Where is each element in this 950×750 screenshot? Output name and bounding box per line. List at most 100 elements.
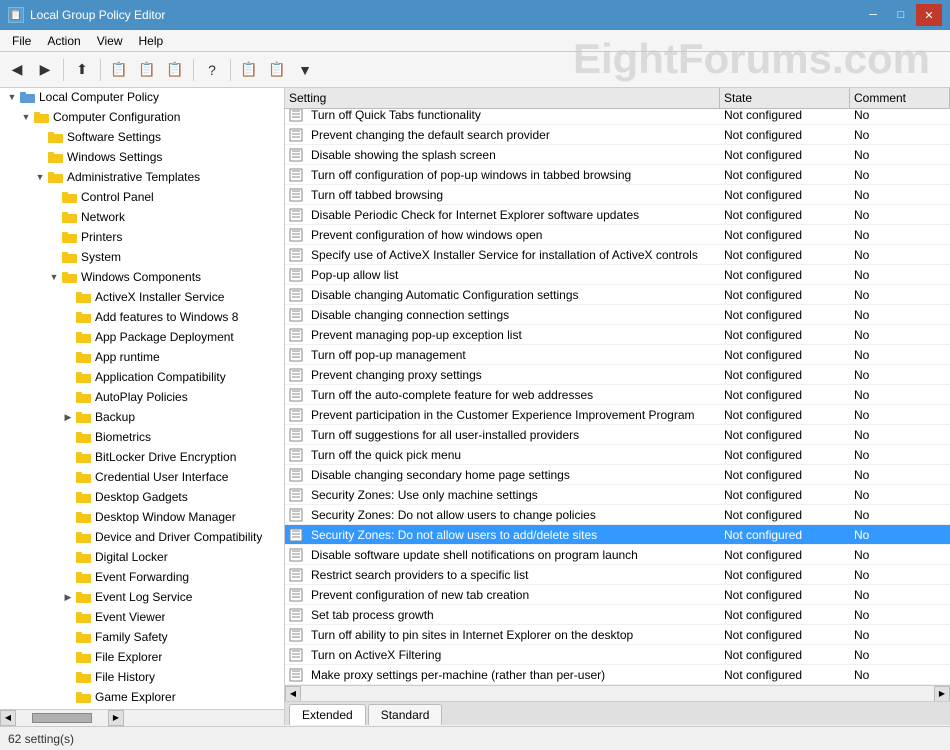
tree-item[interactable]: System [0, 247, 284, 267]
tab-extended[interactable]: Extended [289, 704, 366, 725]
list-row[interactable]: Turn off ability to pin sites in Interne… [285, 625, 950, 645]
list-row[interactable]: Security Zones: Use only machine setting… [285, 485, 950, 505]
tree-item[interactable]: Software Settings [0, 127, 284, 147]
tree-item[interactable]: File Explorer [0, 647, 284, 667]
list-row[interactable]: Turn off configuration of pop-up windows… [285, 165, 950, 185]
hscroll-right-arrow[interactable]: ▶ [108, 710, 124, 726]
expand-icon: ▼ [18, 109, 34, 125]
menu-file[interactable]: File [4, 32, 39, 50]
show-hide-button[interactable]: 📋 [106, 57, 132, 83]
filter-button[interactable]: ▼ [292, 57, 318, 83]
new-window-button[interactable]: 📋 [162, 57, 188, 83]
list-row[interactable]: Set tab process growthNot configuredNo [285, 605, 950, 625]
tree-item[interactable]: Event Viewer [0, 607, 284, 627]
tree-item-label: Add features to Windows 8 [95, 310, 238, 324]
list-row[interactable]: Disable changing connection settingsNot … [285, 305, 950, 325]
tree-item[interactable]: App runtime [0, 347, 284, 367]
list-row[interactable]: Turn off tabbed browsingNot configuredNo [285, 185, 950, 205]
list-hscroll-left[interactable]: ◀ [285, 686, 301, 702]
list-row[interactable]: Turn on ActiveX FilteringNot configuredN… [285, 645, 950, 665]
hscroll-left-arrow[interactable]: ◀ [0, 710, 16, 726]
tree-item[interactable]: ▶Event Log Service [0, 587, 284, 607]
list-row[interactable]: Turn off the auto-complete feature for w… [285, 385, 950, 405]
tree-item-label: System [81, 250, 121, 264]
tree-item[interactable]: Desktop Window Manager [0, 507, 284, 527]
tree-item[interactable]: Add features to Windows 8 [0, 307, 284, 327]
tree-item[interactable]: AutoPlay Policies [0, 387, 284, 407]
tree-body[interactable]: ▼Local Computer Policy▼Computer Configur… [0, 88, 284, 709]
list-row[interactable]: Turn off the quick pick menuNot configur… [285, 445, 950, 465]
toolbar: ◀ ▶ ⬆ 📋 📋 📋 ? 📋 📋 ▼ [0, 52, 950, 88]
cell-state: Not configured [720, 428, 850, 442]
tree-item[interactable]: Control Panel [0, 187, 284, 207]
maximize-button[interactable]: □ [888, 4, 914, 26]
customize-button[interactable]: 📋 [236, 57, 262, 83]
hscroll-thumb[interactable] [32, 713, 92, 723]
tree-hscroll[interactable]: ◀ ▶ [0, 709, 284, 725]
tree-item[interactable]: BitLocker Drive Encryption [0, 447, 284, 467]
tree-item[interactable]: Printers [0, 227, 284, 247]
cell-setting: Disable showing the splash screen [307, 148, 720, 162]
list-row[interactable]: Disable software update shell notificati… [285, 545, 950, 565]
back-button[interactable]: ◀ [4, 57, 30, 83]
tab-standard[interactable]: Standard [368, 704, 443, 725]
close-button[interactable]: ✕ [916, 4, 942, 26]
up-button[interactable]: ⬆ [69, 57, 95, 83]
list-row[interactable]: Disable showing the splash screenNot con… [285, 145, 950, 165]
help-button[interactable]: ? [199, 57, 225, 83]
tree-item[interactable]: ▼Computer Configuration [0, 107, 284, 127]
tree-item[interactable]: App Package Deployment [0, 327, 284, 347]
list-row[interactable]: Restrict search providers to a specific … [285, 565, 950, 585]
tree-item[interactable]: Desktop Gadgets [0, 487, 284, 507]
tree-item[interactable]: File History [0, 667, 284, 687]
expand-icon [60, 649, 76, 665]
list-row[interactable]: Turn off pop-up managementNot configured… [285, 345, 950, 365]
forward-button[interactable]: ▶ [32, 57, 58, 83]
menu-help[interactable]: Help [131, 32, 172, 50]
tree-item[interactable]: Credential User Interface [0, 467, 284, 487]
menu-action[interactable]: Action [39, 32, 88, 50]
menu-view[interactable]: View [89, 32, 131, 50]
tree-item[interactable]: Network [0, 207, 284, 227]
col-header-state[interactable]: State [720, 88, 850, 108]
list-row[interactable]: Turn off suggestions for all user-instal… [285, 425, 950, 445]
list-row[interactable]: Make proxy settings per-machine (rather … [285, 665, 950, 685]
list-row[interactable]: Disable changing Automatic Configuration… [285, 285, 950, 305]
expand-icon [60, 509, 76, 525]
list-body[interactable]: Prevent Internet Explorer Search box fro… [285, 109, 950, 685]
list-row[interactable]: Prevent configuration of new tab creatio… [285, 585, 950, 605]
tree-item[interactable]: Windows Settings [0, 147, 284, 167]
tree-item[interactable]: ▼Local Computer Policy [0, 88, 284, 107]
cell-setting: Disable Periodic Check for Internet Expl… [307, 208, 720, 222]
options-button[interactable]: 📋 [264, 57, 290, 83]
tree-item[interactable]: ▼Administrative Templates [0, 167, 284, 187]
tree-item[interactable]: Family Safety [0, 627, 284, 647]
list-row[interactable]: Specify use of ActiveX Installer Service… [285, 245, 950, 265]
tree-item[interactable]: Digital Locker [0, 547, 284, 567]
tree-item[interactable]: Biometrics [0, 427, 284, 447]
list-row[interactable]: Prevent changing the default search prov… [285, 125, 950, 145]
col-header-setting[interactable]: Setting [285, 88, 720, 108]
list-hscroll-right[interactable]: ▶ [934, 686, 950, 702]
minimize-button[interactable]: ─ [860, 4, 886, 26]
tree-item[interactable]: Device and Driver Compatibility [0, 527, 284, 547]
tree-item[interactable]: ▶Backup [0, 407, 284, 427]
tree-item[interactable]: ▼Windows Components [0, 267, 284, 287]
list-row[interactable]: Prevent participation in the Customer Ex… [285, 405, 950, 425]
list-row[interactable]: Disable changing secondary home page set… [285, 465, 950, 485]
tree-item[interactable]: Application Compatibility [0, 367, 284, 387]
tree-item[interactable]: Game Explorer [0, 687, 284, 707]
col-header-comment[interactable]: Comment [850, 88, 950, 108]
list-row[interactable]: Pop-up allow listNot configuredNo [285, 265, 950, 285]
properties-button[interactable]: 📋 [134, 57, 160, 83]
tree-item[interactable]: Event Forwarding [0, 567, 284, 587]
list-hscroll[interactable]: ◀ ▶ [285, 685, 950, 701]
list-row[interactable]: Prevent changing proxy settingsNot confi… [285, 365, 950, 385]
list-row[interactable]: Security Zones: Do not allow users to ad… [285, 525, 950, 545]
list-row[interactable]: Prevent configuration of how windows ope… [285, 225, 950, 245]
list-row[interactable]: Prevent managing pop-up exception listNo… [285, 325, 950, 345]
list-row[interactable]: Disable Periodic Check for Internet Expl… [285, 205, 950, 225]
list-row[interactable]: Turn off Quick Tabs functionalityNot con… [285, 109, 950, 125]
tree-item[interactable]: ActiveX Installer Service [0, 287, 284, 307]
list-row[interactable]: Security Zones: Do not allow users to ch… [285, 505, 950, 525]
